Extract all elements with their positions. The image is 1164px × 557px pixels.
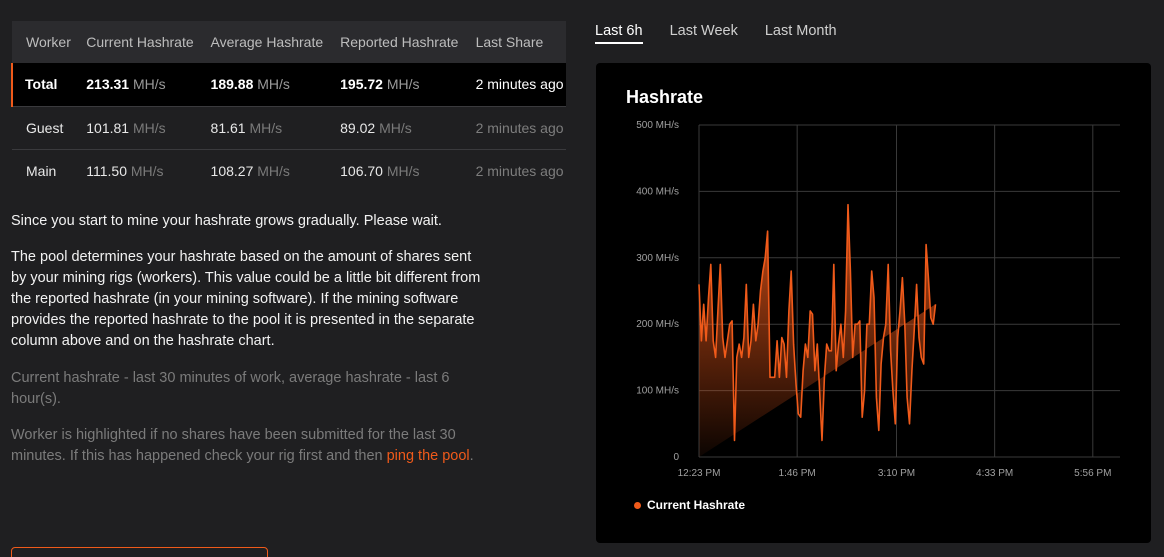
value: 195.72: [340, 76, 383, 93]
average-hashrate: 81.61 MH/s: [197, 106, 327, 149]
last-share: 2 minutes ago: [475, 162, 564, 179]
table-row[interactable]: Guest 101.81 MH/s 81.61 MH/s 89.02 MH/s …: [12, 106, 566, 149]
y-tick-label: 0: [673, 452, 679, 463]
header-average-hashrate[interactable]: Average Hashrate: [197, 21, 327, 63]
current-hashrate: 101.81 MH/s: [72, 106, 196, 149]
value: 101.81: [86, 119, 130, 136]
y-tick-label: 200 MH/s: [636, 319, 679, 330]
unit: MH/s: [257, 162, 290, 179]
x-tick-label: 5:56 PM: [1074, 468, 1111, 479]
page: Worker Current Hashrate Average Hashrate…: [0, 0, 1164, 557]
last-share: 2 minutes ago: [475, 119, 564, 136]
unit: MH/s: [386, 162, 420, 179]
hashrate-chart-card: Hashrate 0 100 MH/s 200 MH/s 300 MH/s 400 MH…: [596, 63, 1151, 543]
table-row-total: Total 213.31 MH/s 189.88 MH/s 195.72 MH/…: [10, 63, 566, 106]
info-worker-highlight-end: .: [469, 448, 474, 464]
value: 89.02: [340, 119, 376, 136]
unit: MH/s: [130, 162, 164, 179]
header-reported-hashrate[interactable]: Reported Hashrate: [326, 21, 461, 63]
worker-name[interactable]: Main: [12, 149, 72, 192]
current-hashrate: 111.50 MH/s: [72, 149, 196, 192]
unit: MH/s: [132, 119, 166, 136]
table-header-row: Worker Current Hashrate Average Hashrate…: [12, 21, 566, 63]
last-share: 2 minutes ago: [475, 76, 564, 93]
unit: MH/s: [257, 76, 290, 93]
worker-name: Total: [10, 63, 73, 106]
header-last-share[interactable]: Last Share: [462, 21, 566, 63]
header-worker[interactable]: Worker: [12, 21, 72, 63]
reported-hashrate: 89.02 MH/s: [326, 106, 461, 149]
y-tick-label: 300 MH/s: [636, 253, 679, 264]
ping-the-pool-link[interactable]: ping the pool: [387, 448, 470, 464]
tab-last-month[interactable]: Last Month: [765, 23, 837, 44]
legend-label: Current Hashrate: [647, 498, 746, 512]
value: 81.61: [210, 119, 246, 136]
hashrate-chart: 0 100 MH/s 200 MH/s 300 MH/s 400 MH/s 500 MH/…: [636, 120, 1120, 479]
x-tick-label: 3:10 PM: [878, 468, 915, 479]
info-hashrate-periods: Current hashrate - last 30 minutes of wo…: [11, 370, 450, 407]
y-tick-label: 500 MH/s: [636, 120, 679, 131]
average-hashrate: 189.88 MH/s: [197, 63, 327, 106]
unit: MH/s: [249, 119, 283, 136]
y-tick-label: 100 MH/s: [636, 386, 679, 397]
period-tabs: Last 6h Last Week Last Month: [595, 23, 837, 44]
value: 213.31: [86, 76, 130, 93]
unit: MH/s: [132, 76, 166, 93]
unit: MH/s: [386, 76, 420, 93]
info-worker-highlight: Worker is highlighted if no shares have …: [11, 425, 481, 467]
value: 106.70: [340, 162, 383, 179]
info-gradual-growth: Since you start to mine your hashrate gr…: [11, 213, 442, 229]
table-row[interactable]: Main 111.50 MH/s 108.27 MH/s 106.70 MH/s…: [12, 149, 566, 192]
value: 111.50: [86, 162, 127, 179]
value: 108.27: [210, 162, 254, 179]
current-hashrate: 213.31 MH/s: [72, 63, 196, 106]
x-tick-label: 1:46 PM: [779, 468, 816, 479]
value: 189.88: [210, 76, 254, 93]
bottom-action-button[interactable]: [11, 547, 268, 557]
reported-hashrate: 195.72 MH/s: [326, 63, 461, 106]
tab-last-6h[interactable]: Last 6h: [595, 23, 643, 44]
x-tick-label: 4:33 PM: [976, 468, 1013, 479]
average-hashrate: 108.27 MH/s: [197, 149, 327, 192]
header-current-hashrate[interactable]: Current Hashrate: [72, 21, 196, 63]
workers-table: Worker Current Hashrate Average Hashrate…: [10, 21, 566, 192]
unit: MH/s: [379, 119, 412, 136]
tab-last-week[interactable]: Last Week: [670, 23, 738, 44]
chart-legend[interactable]: Current Hashrate: [634, 498, 745, 512]
y-tick-label: 400 MH/s: [636, 186, 679, 197]
reported-hashrate: 106.70 MH/s: [326, 149, 461, 192]
x-tick-label: 12:23 PM: [678, 468, 721, 479]
legend-dot-icon: [634, 501, 641, 509]
worker-name[interactable]: Guest: [12, 106, 72, 149]
info-pool-determination: The pool determines your hashrate based …: [11, 249, 481, 349]
